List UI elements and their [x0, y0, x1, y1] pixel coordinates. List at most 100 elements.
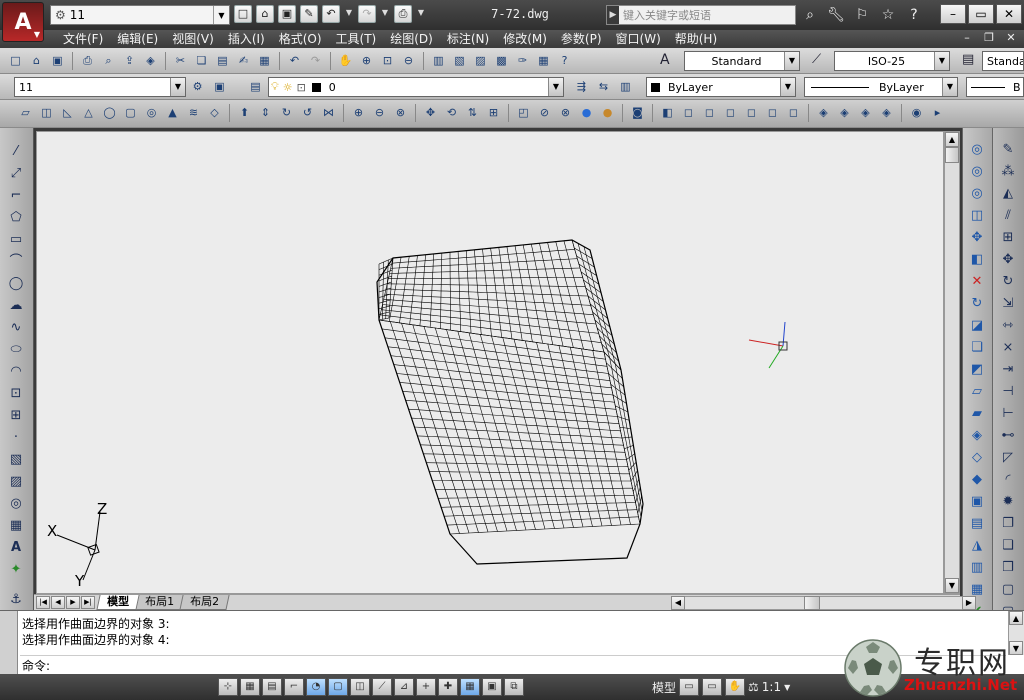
- copy-icon[interactable]: ❏: [192, 52, 211, 70]
- scroll-down-button[interactable]: ▼: [945, 578, 959, 593]
- vertical-scrollbar[interactable]: ▲ ▼: [944, 131, 960, 594]
- imprint-icon[interactable]: ◈: [966, 426, 988, 445]
- chevron-down-icon[interactable]: ▼: [548, 78, 563, 96]
- linetype-control-dropdown[interactable]: ByLayer ▼: [804, 77, 958, 97]
- array-icon[interactable]: ⊞: [997, 228, 1019, 247]
- save-icon[interactable]: ▣: [278, 5, 296, 23]
- doc-minimize-button[interactable]: –: [958, 31, 976, 46]
- extrude-faces-icon[interactable]: ◫: [966, 206, 988, 225]
- view-back-icon[interactable]: ◻: [784, 104, 803, 122]
- save-as-icon[interactable]: ✎: [300, 5, 318, 23]
- menu-format[interactable]: 格式(O): [272, 31, 329, 47]
- cylinder-icon[interactable]: ▢: [121, 104, 140, 122]
- doc-restore-button[interactable]: ❐: [980, 31, 998, 46]
- redo-icon[interactable]: ↷: [306, 52, 325, 70]
- bring-forward-icon[interactable]: ❑: [997, 536, 1019, 555]
- zoom-window-icon[interactable]: ⊡: [378, 52, 397, 70]
- sweep-icon[interactable]: ↻: [277, 104, 296, 122]
- zoom-realtime-icon[interactable]: ⊕: [357, 52, 376, 70]
- loft-icon[interactable]: ⋈: [319, 104, 338, 122]
- subscription-icon[interactable]: 🔧︎: [826, 5, 846, 25]
- menu-edit[interactable]: 编辑(E): [110, 31, 165, 47]
- design-center-icon[interactable]: ▧: [450, 52, 469, 70]
- revolve-icon[interactable]: ↺: [298, 104, 317, 122]
- visual-style-2d-icon[interactable]: ◰: [514, 104, 533, 122]
- quick-view-layouts-icon[interactable]: ▭: [679, 678, 700, 696]
- scroll-up-button[interactable]: ▲: [945, 132, 959, 147]
- revision-cloud-icon[interactable]: ☁︎: [5, 296, 27, 315]
- tool-palettes-icon[interactable]: ▨: [471, 52, 490, 70]
- scroll-right-button[interactable]: ▶: [962, 596, 976, 610]
- maximize-button[interactable]: ▭: [968, 4, 994, 24]
- add-selected-icon[interactable]: ✦: [5, 560, 27, 579]
- minimize-button[interactable]: –: [940, 4, 966, 24]
- 3d-object-snap-icon[interactable]: ◫: [350, 678, 370, 696]
- pan-icon[interactable]: ✋: [336, 52, 355, 70]
- explode-icon[interactable]: ✹: [997, 492, 1019, 511]
- region-icon[interactable]: ◎: [5, 494, 27, 513]
- favorites-icon[interactable]: ☆: [878, 5, 898, 25]
- intersect-icon[interactable]: ◎: [966, 184, 988, 203]
- multiline-text-icon[interactable]: A: [5, 538, 27, 557]
- taper-faces-icon[interactable]: ◪: [966, 316, 988, 335]
- undo-icon[interactable]: ↶: [322, 5, 340, 23]
- lineweight-control-dropdown[interactable]: B: [966, 77, 1024, 97]
- dimension-style-dropdown[interactable]: ISO-25 ▼: [834, 51, 950, 71]
- make-object-layer-current-icon[interactable]: ⇶: [572, 78, 591, 96]
- layer-previous-icon[interactable]: ⇆: [594, 78, 613, 96]
- first-tab-button[interactable]: |◀: [36, 596, 50, 609]
- menu-dimension[interactable]: 标注(N): [440, 31, 496, 47]
- visual-styles-manager-icon[interactable]: ◙: [628, 104, 647, 122]
- chevron-down-icon[interactable]: ▼: [170, 78, 185, 96]
- publish-icon[interactable]: ⇪: [120, 52, 139, 70]
- block-editor-icon[interactable]: ▦: [255, 52, 274, 70]
- infer-constraints-icon[interactable]: ⊹: [218, 678, 238, 696]
- fillet-icon[interactable]: ◜: [997, 470, 1019, 489]
- slice-icon[interactable]: ◮: [966, 536, 988, 555]
- visual-style-hidden-icon[interactable]: ⊘: [535, 104, 554, 122]
- navigation-icon[interactable]: ⚓︎: [5, 590, 27, 609]
- check-icon[interactable]: ▤: [966, 514, 988, 533]
- tab-model[interactable]: 模型: [96, 595, 140, 610]
- selection-cycling-icon[interactable]: ⧉: [504, 678, 524, 696]
- application-menu-button[interactable]: A ▼: [2, 2, 44, 42]
- rotate-faces-icon[interactable]: ↻: [966, 294, 988, 313]
- search-input[interactable]: ▶ 键入关键字或短语: [606, 5, 796, 25]
- new-file-icon[interactable]: □: [234, 5, 252, 23]
- chevron-down-icon[interactable]: ▼: [784, 52, 799, 70]
- view-ne-iso-icon[interactable]: ◈: [856, 104, 875, 122]
- layer-dropdown[interactable]: 💡︎ ☼ ⊡ 0 ▼: [268, 77, 564, 97]
- tab-layout1[interactable]: 布局1: [134, 595, 185, 610]
- color-control-dropdown[interactable]: ByLayer ▼: [646, 77, 796, 97]
- rotate-icon[interactable]: ↻: [997, 272, 1019, 291]
- table-icon[interactable]: ▦: [5, 516, 27, 535]
- redo-dropdown-icon[interactable]: ▼: [380, 5, 390, 23]
- menu-insert[interactable]: 插入(I): [221, 31, 272, 47]
- separate-icon[interactable]: ◆: [966, 470, 988, 489]
- more-tools-icon[interactable]: ▸: [928, 104, 947, 122]
- mirror-icon[interactable]: ◭: [997, 184, 1019, 203]
- doc-close-button[interactable]: ✕: [1002, 31, 1020, 46]
- workspace-combo[interactable]: 11 ▼: [14, 77, 186, 97]
- construction-line-icon[interactable]: ⤢: [5, 164, 27, 183]
- rectangle-icon[interactable]: ▭: [5, 230, 27, 249]
- scroll-up-button[interactable]: ▲: [1009, 611, 1023, 625]
- cut-icon[interactable]: ✂: [171, 52, 190, 70]
- undo-icon[interactable]: ↶: [285, 52, 304, 70]
- subtract-icon[interactable]: ⊖: [370, 104, 389, 122]
- presspull-icon[interactable]: ⇕: [256, 104, 275, 122]
- ellipse-icon[interactable]: ⬭: [5, 340, 27, 359]
- binoculars-icon[interactable]: ⌕: [800, 5, 820, 25]
- command-window-handle[interactable]: [0, 611, 18, 675]
- workspace-lock-icon[interactable]: ▣: [210, 78, 229, 96]
- help-icon[interactable]: ?: [904, 5, 924, 25]
- view-top-icon[interactable]: ◻: [679, 104, 698, 122]
- properties-icon[interactable]: ▥: [429, 52, 448, 70]
- last-tab-button[interactable]: ▶|: [81, 596, 95, 609]
- drawing-area[interactable]: X Z Y: [36, 131, 944, 594]
- dynamic-input-icon[interactable]: +: [416, 678, 436, 696]
- visual-style-wireframe-icon[interactable]: ⊗: [556, 104, 575, 122]
- grid-display-icon[interactable]: ▤: [262, 678, 282, 696]
- save-icon[interactable]: ▣: [48, 52, 67, 70]
- snap-mode-icon[interactable]: ▦: [240, 678, 260, 696]
